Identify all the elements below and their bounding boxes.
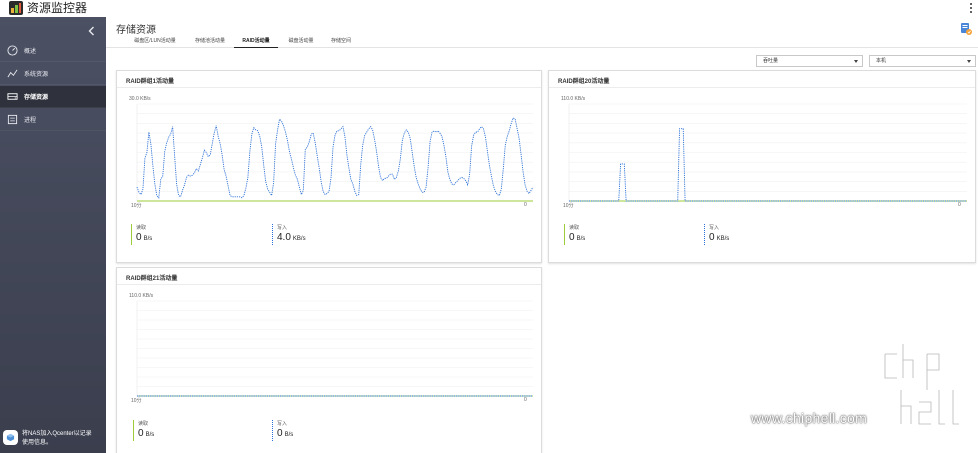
- read-legend-bar: [133, 420, 134, 441]
- read-label: 读取: [138, 421, 149, 427]
- sidebar-item-label: 进程: [24, 118, 37, 124]
- qcenter-promo[interactable]: 将NAS加入Qcenter以记录 使用信息。: [3, 430, 103, 450]
- chevron-down-icon: [854, 60, 858, 63]
- write-legend-bar: [272, 420, 273, 441]
- read-label: 读取: [569, 225, 580, 231]
- raid-group-1-chart: [136, 103, 534, 202]
- sidebar: 概述 系统资源 存储资源 进程 将NAS加入Qcenter以记录 使用信息。: [0, 17, 106, 453]
- write-value: 0 KB/s: [709, 232, 730, 243]
- title-bar: 资源监控器: [0, 0, 978, 17]
- read-legend-bar: [564, 224, 565, 245]
- x-start-label: 10分: [131, 203, 142, 209]
- storage-icon: [6, 91, 18, 103]
- page-title: 存储资源: [116, 25, 156, 36]
- line-chart-icon: [6, 68, 18, 80]
- read-label: 读取: [136, 225, 147, 231]
- sidebar-item-overview[interactable]: 概述: [0, 40, 106, 62]
- tab-storage-space[interactable]: 存储空间: [326, 37, 356, 48]
- raid-group-1-card: RAID群组1活动量 30.0 KB/s 10分 0 读取 0 B/s 写入 4.…: [116, 70, 542, 263]
- write-label: 写入: [277, 225, 288, 231]
- read-value: 0 B/s: [569, 232, 586, 243]
- write-label: 写入: [709, 225, 720, 231]
- scope-select-value: 本机: [876, 58, 887, 64]
- scope-select[interactable]: 本机: [869, 55, 976, 67]
- metric-select-value: 吞吐量: [763, 58, 779, 64]
- write-legend-bar: [272, 224, 273, 245]
- read-value: 0 B/s: [136, 232, 153, 243]
- qcenter-icon: [3, 430, 18, 445]
- resource-monitor-window: 资源监控器 概述 系统资源 存储资源 进程 将NAS加入Qcenter以记录 使…: [0, 0, 978, 453]
- raid-group-21-chart: [136, 300, 533, 397]
- tab-disk-activity[interactable]: 磁盘活动量: [284, 37, 318, 48]
- tab-storage-pool-activity[interactable]: 存储池活动量: [190, 37, 230, 48]
- x-start-label: 10分: [563, 203, 574, 209]
- list-icon: [6, 114, 18, 126]
- gridlines: [136, 300, 533, 397]
- qcenter-promo-text: 将NAS加入Qcenter以记录 使用信息。: [22, 431, 92, 446]
- raid-group-21-card: RAID群组21活动量 110.0 KB/s 10分 0 读取 0 B/s 写入 …: [116, 267, 542, 453]
- more-options-icon[interactable]: [969, 2, 973, 15]
- sidebar-item-label: 系统资源: [24, 72, 49, 78]
- raid-group-20-chart: [568, 103, 967, 202]
- write-value: 4.0 KB/s: [277, 232, 306, 243]
- app-title: 资源监控器: [27, 1, 88, 15]
- tab-raid-activity[interactable]: RAID活动量: [234, 37, 278, 48]
- x-start-label: 10分: [131, 398, 142, 404]
- collapse-sidebar-icon[interactable]: [86, 24, 98, 36]
- gridlines: [568, 103, 967, 202]
- x-end-label: 0: [958, 202, 961, 208]
- metric-select[interactable]: 吞吐量: [756, 55, 863, 67]
- raid-group-20-card: RAID群组20活动量 110.0 KB/s 10分 0 读取 0 B/s 写入 …: [548, 70, 976, 263]
- sidebar-item-storage-resources[interactable]: 存储资源: [0, 86, 106, 108]
- chevron-down-icon: [967, 60, 971, 63]
- tab-volume-lun-activity[interactable]: 磁盘区/LUN活动量: [128, 37, 182, 48]
- chiphell-logo-watermark: [875, 340, 970, 440]
- read-value: 0 B/s: [138, 428, 155, 439]
- series-line-write: [136, 117, 534, 199]
- main-content: 存储资源 磁盘区/LUN活动量 存储池活动量 RAID活动量 磁盘活动量 存储空…: [106, 17, 978, 453]
- series-line-write: [569, 128, 967, 202]
- sidebar-item-label: 概述: [24, 49, 37, 55]
- x-end-label: 0: [524, 202, 527, 208]
- sidebar-item-processes[interactable]: 进程: [0, 109, 106, 131]
- x-end-label: 0: [524, 397, 527, 403]
- sidebar-item-label: 存储资源: [24, 95, 49, 101]
- write-legend-bar: [704, 224, 705, 245]
- help-icon[interactable]: [959, 22, 973, 36]
- gridlines: [136, 103, 533, 202]
- sidebar-item-system-resources[interactable]: 系统资源: [0, 63, 106, 85]
- gauge-icon: [6, 45, 18, 57]
- read-legend-bar: [131, 224, 132, 245]
- write-label: 写入: [277, 421, 288, 427]
- write-value: 0 B/s: [277, 428, 294, 439]
- resource-monitor-logo-icon: [9, 1, 23, 15]
- watermark-text: www.chiphell.com: [751, 410, 868, 426]
- tab-bar: 磁盘区/LUN活动量 存储池活动量 RAID活动量 磁盘活动量 存储空间: [106, 36, 978, 48]
